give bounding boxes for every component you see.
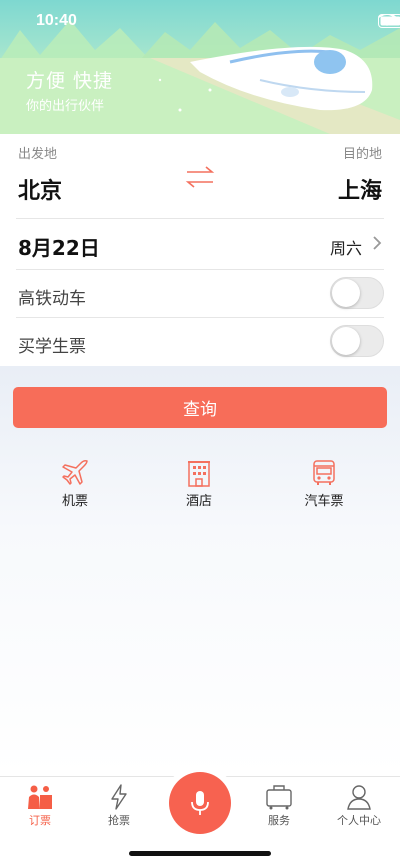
- from-city[interactable]: 北京: [18, 173, 62, 205]
- tab-grab-ticket[interactable]: 抢票: [84, 783, 154, 828]
- service-hotel[interactable]: 酒店: [159, 458, 239, 509]
- voice-search-button[interactable]: [169, 772, 231, 834]
- chevron-right-icon[interactable]: [372, 235, 382, 251]
- hotel-icon: [188, 461, 210, 487]
- luggage-icon: [266, 785, 292, 810]
- service-flight-label: 机票: [61, 494, 88, 509]
- microphone-icon: [191, 791, 209, 815]
- tab-profile[interactable]: 个人中心: [324, 783, 394, 828]
- student-ticket-toggle[interactable]: [330, 325, 384, 357]
- divider: [16, 269, 384, 270]
- toggle-knob: [332, 327, 360, 355]
- from-label: 出发地: [18, 147, 58, 162]
- travel-weekday[interactable]: 周六: [330, 235, 362, 259]
- airplane-icon: [62, 460, 88, 485]
- to-city[interactable]: 上海: [338, 173, 382, 205]
- battery-icon: [378, 14, 400, 28]
- travel-date[interactable]: 8月22日: [18, 232, 100, 261]
- service-bus-label: 汽车票: [304, 494, 344, 509]
- service-hotel-label: 酒店: [185, 494, 212, 509]
- tab-grab-ticket-label: 抢票: [108, 814, 130, 827]
- student-ticket-option-label: 买学生票: [18, 337, 86, 357]
- header-banner: 10:40 方便 快捷 你的出行伙伴: [0, 0, 400, 134]
- home-indicator: [129, 851, 271, 856]
- service-bus[interactable]: 汽车票: [284, 458, 364, 509]
- swap-arrows-icon: [185, 166, 215, 188]
- divider: [16, 317, 384, 318]
- lightning-icon: [111, 784, 127, 810]
- divider: [16, 218, 384, 219]
- service-flight[interactable]: 机票: [35, 458, 115, 509]
- booking-icon: [28, 785, 52, 809]
- status-time: 10:40: [36, 12, 77, 29]
- toggle-knob: [332, 279, 360, 307]
- high-speed-toggle[interactable]: [330, 277, 384, 309]
- high-speed-option-label: 高铁动车: [18, 289, 86, 309]
- tab-booking-label: 订票: [29, 814, 51, 827]
- tab-profile-label: 个人中心: [337, 814, 381, 827]
- swap-cities-button[interactable]: [184, 164, 216, 194]
- bus-icon: [313, 460, 335, 485]
- tab-service-label: 服务: [268, 814, 290, 827]
- person-icon: [347, 785, 371, 810]
- to-label: 目的地: [342, 147, 382, 162]
- tab-service[interactable]: 服务: [244, 783, 314, 828]
- query-button[interactable]: 查询: [13, 387, 387, 428]
- tab-booking[interactable]: 订票: [5, 783, 75, 828]
- banner-slogan: 方便 快捷: [26, 70, 114, 92]
- banner-subtitle: 你的出行伙伴: [26, 99, 105, 114]
